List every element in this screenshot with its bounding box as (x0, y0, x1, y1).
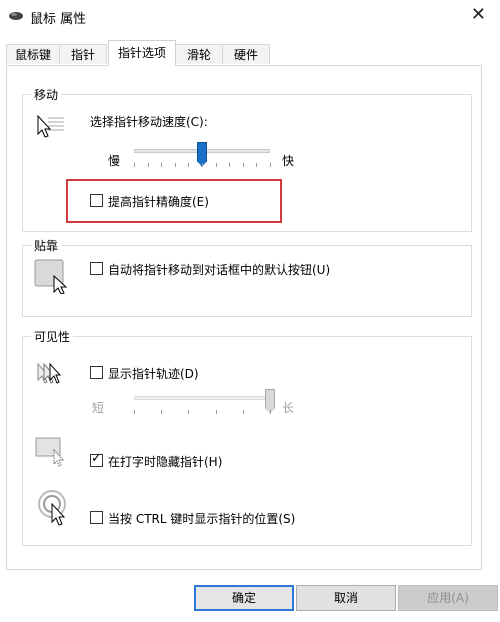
slider-tick (242, 410, 244, 414)
tab-strip: 鼠标键 指针 指针选项 滑轮 硬件 (6, 40, 486, 66)
snap-to-checkbox[interactable] (90, 262, 103, 275)
pointer-trails-checkbox[interactable] (90, 366, 103, 379)
slider-tick (202, 163, 203, 167)
snap-group: 贴靠 (22, 237, 472, 317)
snap-legend: 贴靠 (31, 237, 62, 254)
tab-wheel[interactable]: 滑轮 (175, 44, 223, 64)
show-ctrl-location-label[interactable]: 当按 CTRL 键时显示指针的位置(S) (108, 510, 295, 527)
speed-label: 选择指针移动速度(C): (90, 115, 208, 129)
slider-tick (188, 163, 190, 167)
snap-to-icon (34, 259, 68, 294)
pointer-trails-icon (37, 362, 62, 384)
trail-length-slider[interactable] (128, 386, 278, 420)
slider-tick (229, 163, 231, 167)
visibility-legend: 可见性 (31, 328, 74, 345)
tab-buttons[interactable]: 鼠标键 (6, 44, 60, 64)
close-button[interactable]: ✕ (471, 4, 486, 25)
hide-while-typing-checkbox[interactable] (90, 451, 103, 467)
hide-while-typing-icon (35, 437, 65, 467)
slider-tick (147, 163, 149, 167)
slider-tick (215, 410, 217, 414)
fast-label: 快 (282, 154, 295, 168)
speed-slider-thumb[interactable] (197, 142, 207, 167)
pointer-speed-icon (37, 114, 64, 138)
speed-slider[interactable] (128, 139, 278, 173)
show-location-icon (38, 490, 66, 526)
tab-pointer-options[interactable]: 指针选项 (108, 40, 176, 66)
title-bar: 鼠标 属性 ✕ (0, 0, 500, 34)
slider-tick (134, 410, 135, 414)
slider-tick (174, 163, 176, 167)
slow-label: 慢 (108, 154, 121, 168)
snap-to-label[interactable]: 自动将指针移动到对话框中的默认按钮(U) (108, 261, 330, 278)
motion-legend: 移动 (31, 86, 62, 103)
long-label: 长 (282, 401, 295, 415)
ok-button[interactable]: 确定 (194, 585, 294, 611)
window-title: 鼠标 属性 (30, 12, 87, 27)
trail-length-slider-thumb[interactable] (265, 389, 275, 414)
cancel-button[interactable]: 取消 (296, 585, 396, 611)
slider-tick (188, 410, 190, 414)
slider-tick (161, 163, 163, 167)
pointer-trails-label[interactable]: 显示指针轨迹(D) (108, 365, 199, 382)
mouse-icon (9, 12, 23, 20)
short-label: 短 (92, 401, 105, 415)
show-ctrl-location-checkbox[interactable] (90, 511, 103, 524)
hide-while-typing-label[interactable]: 在打字时隐藏指针(H) (108, 453, 222, 470)
slider-tick (270, 410, 271, 414)
slider-tick (270, 163, 271, 167)
slider-tick (256, 163, 258, 167)
slider-tick (215, 163, 217, 167)
tab-pointers[interactable]: 指针 (59, 44, 107, 64)
slider-tick (134, 163, 135, 167)
trail-length-slider-track (134, 396, 270, 400)
tab-hardware[interactable]: 硬件 (222, 44, 270, 64)
slider-tick (161, 410, 163, 414)
annotation-highlight-box (66, 179, 282, 223)
apply-button[interactable]: 应用(A) (398, 585, 498, 611)
slider-tick (242, 163, 244, 167)
